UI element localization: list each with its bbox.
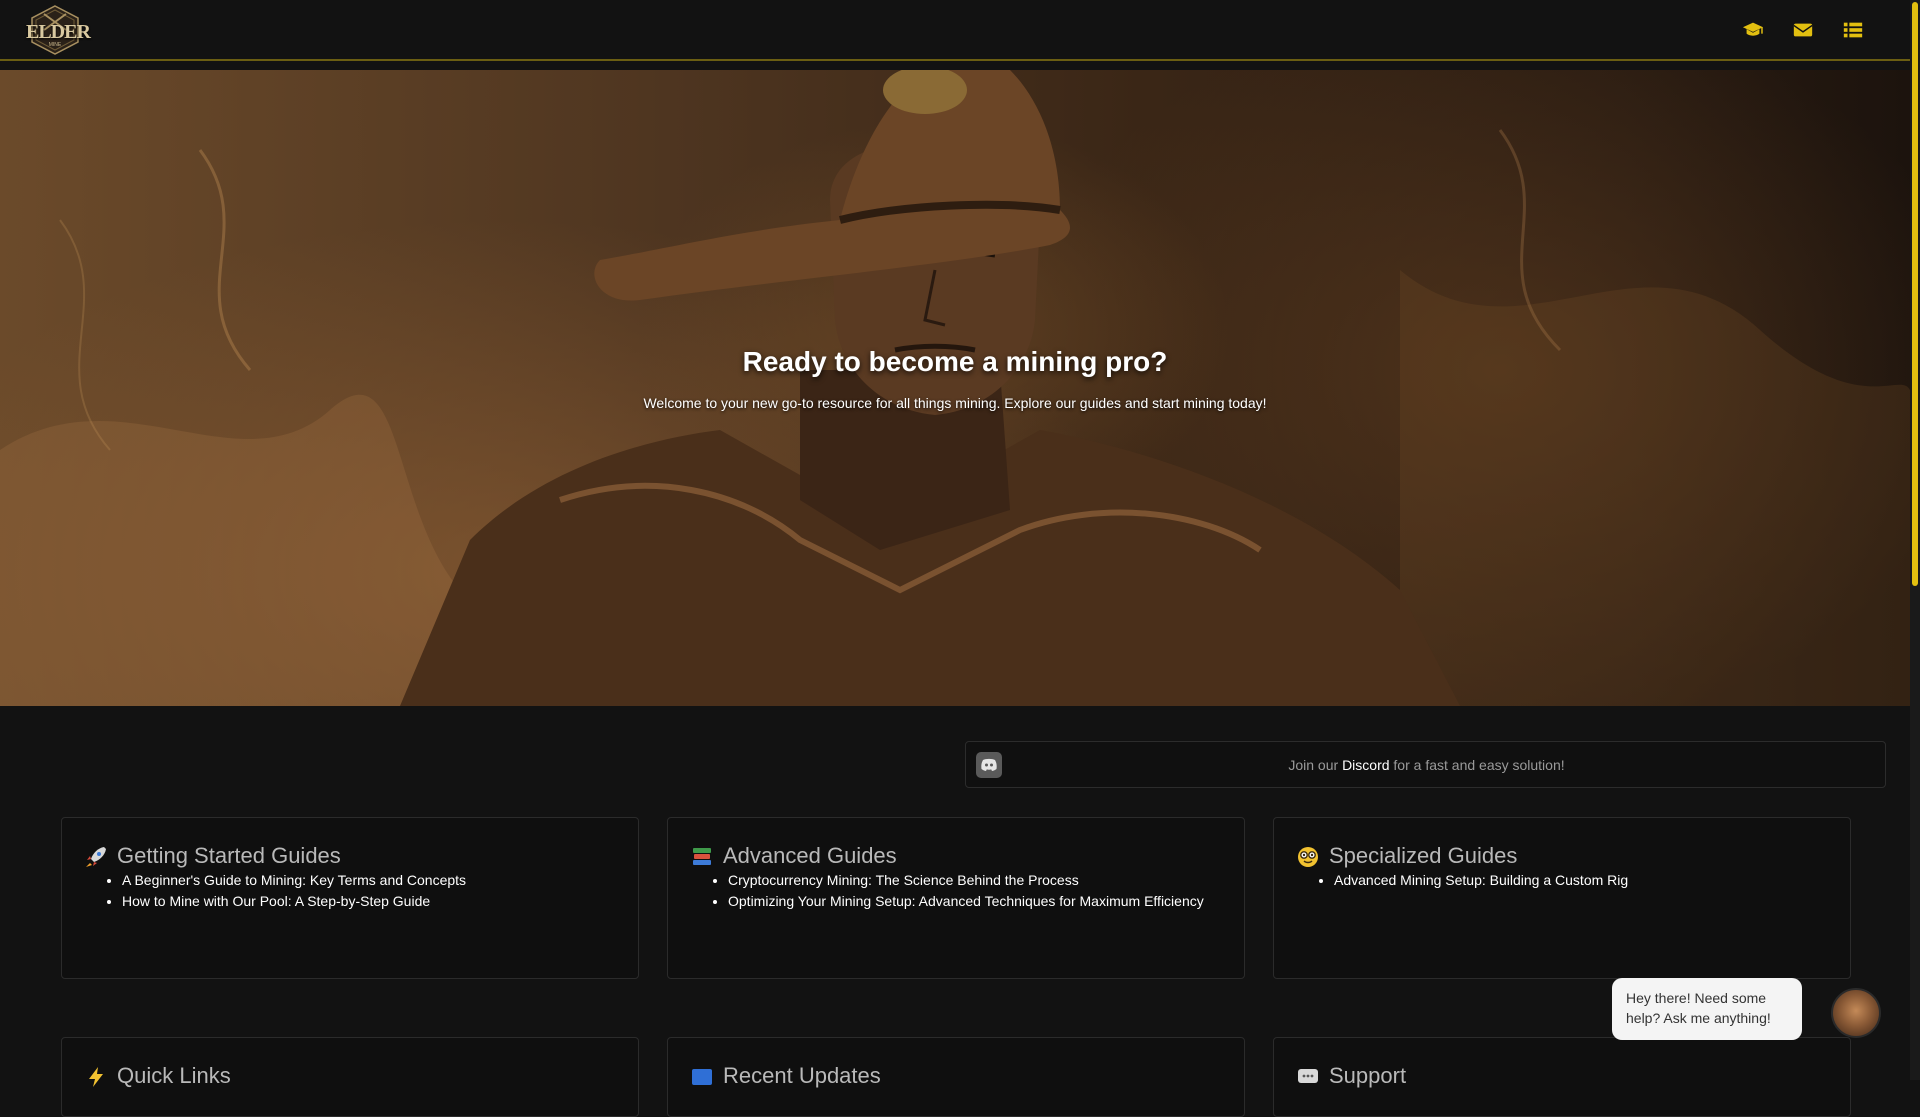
page-scrollbar[interactable]: [1910, 0, 1920, 1080]
card-title: Support: [1329, 1063, 1407, 1088]
hero-banner: Ready to become a mining pro? Welcome to…: [0, 70, 1910, 706]
top-navbar: ELDER MINE: [0, 0, 1910, 61]
card-advanced-guides: Advanced Guides Cryptocurrency Mining: T…: [667, 817, 1245, 979]
hero-title: Ready to become a mining pro?: [742, 346, 1168, 377]
card-title: Specialized Guides: [1329, 843, 1518, 868]
hero-subtitle: Welcome to your new go-to resource for a…: [643, 395, 1267, 411]
rocket-icon: [86, 847, 106, 867]
nav-icon-group: [1742, 20, 1864, 40]
card-specialized-guides: Specialized Guides Advanced Mining Setup…: [1273, 817, 1851, 979]
speech-bubble-icon: [1298, 1069, 1318, 1083]
scrollbar-thumb[interactable]: [1912, 2, 1918, 586]
guide-link[interactable]: Advanced Mining Setup: Building a Custom…: [1334, 870, 1628, 891]
card-recent-updates: Recent Updates: [667, 1037, 1245, 1117]
lightning-icon: [89, 1067, 103, 1087]
card-title: Getting Started Guides: [117, 843, 341, 868]
chat-assistant-avatar[interactable]: [1831, 988, 1881, 1038]
discord-suffix: for a fast and easy solution!: [1389, 757, 1565, 773]
card-title: Quick Links: [117, 1063, 231, 1088]
guide-list: Advanced Mining Setup: Building a Custom…: [1304, 870, 1628, 891]
guide-list: A Beginner's Guide to Mining: Key Terms …: [92, 870, 466, 912]
chat-greeting-bubble[interactable]: Hey there! Need some help? Ask me anythi…: [1612, 978, 1802, 1040]
card-title: Advanced Guides: [723, 843, 897, 868]
logo-text: ELDER: [26, 21, 91, 43]
guide-link[interactable]: Optimizing Your Mining Setup: Advanced T…: [728, 891, 1204, 912]
graduation-cap-icon[interactable]: [1742, 20, 1764, 40]
discord-banner: Join our Discord for a fast and easy sol…: [965, 741, 1886, 788]
envelope-icon[interactable]: [1792, 20, 1814, 40]
discord-prefix: Join our: [1288, 757, 1343, 773]
discord-link[interactable]: Discord: [1342, 757, 1389, 773]
guide-list: Cryptocurrency Mining: The Science Behin…: [698, 870, 1204, 912]
nerd-face-icon: [1298, 847, 1318, 867]
guide-link[interactable]: Cryptocurrency Mining: The Science Behin…: [728, 870, 1204, 891]
logo-subtext: MINE: [48, 42, 62, 48]
card-getting-started-guides: Getting Started Guides A Beginner's Guid…: [61, 817, 639, 979]
books-icon: [693, 848, 711, 865]
new-badge-icon: [692, 1069, 712, 1085]
miner-illustration: [0, 70, 1910, 706]
guide-link[interactable]: How to Mine with Our Pool: A Step-by-Ste…: [122, 891, 466, 912]
list-icon[interactable]: [1842, 20, 1864, 40]
site-logo[interactable]: ELDER MINE: [26, 4, 91, 56]
card-support: Support: [1273, 1037, 1851, 1117]
guide-link[interactable]: A Beginner's Guide to Mining: Key Terms …: [122, 870, 466, 891]
card-quick-links: Quick Links: [61, 1037, 639, 1117]
discord-message: Join our Discord for a fast and easy sol…: [966, 757, 1887, 773]
card-title: Recent Updates: [723, 1063, 881, 1088]
